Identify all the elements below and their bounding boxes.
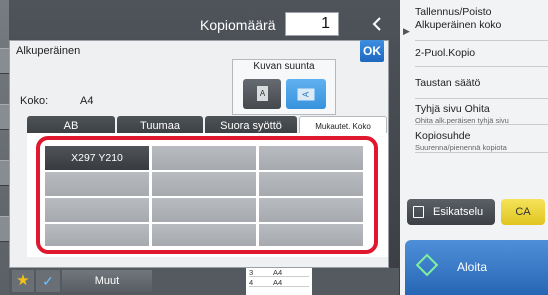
tray-size: A4 (273, 278, 283, 287)
portrait-page-icon: A (257, 86, 268, 101)
fn-sublabel: Ohita alk.peräisen tyhjä sivu (415, 116, 509, 125)
left-tab-notch[interactable] (0, 160, 9, 186)
highlight-frame (36, 136, 378, 254)
tray-row: 4 A4 (249, 278, 309, 287)
play-arrow-icon: ▶ (403, 26, 410, 36)
fn-copy-ratio[interactable]: Kopiosuhde Suurenna/pienennä kopiota (415, 125, 548, 153)
orientation-landscape-button[interactable]: A (286, 79, 326, 109)
orientation-title: Kuvan suunta (253, 61, 315, 72)
start-button[interactable]: Aloita (405, 240, 548, 295)
start-label: Aloita (457, 260, 488, 274)
checkmark-icon[interactable]: ✓ (36, 270, 60, 292)
fn-label: Kopiosuhde (415, 130, 471, 142)
fn-sublabel: Suurenna/pienennä kopiota (415, 143, 507, 152)
paper-tray-status: 3 A4 4 A4 (246, 268, 312, 295)
left-edge-strip (0, 0, 9, 295)
fn-label-line2: Alkuperäinen koko (415, 19, 502, 31)
fn-label: Tyhjä sivu Ohita (415, 103, 490, 115)
tray-size: A4 (273, 268, 283, 277)
others-button[interactable]: Muut (62, 270, 152, 292)
tray-number: 4 (249, 278, 254, 287)
chevron-left-icon[interactable] (372, 17, 382, 31)
fn-label: Tallennus/Poisto Alkuperäinen koko (415, 6, 548, 32)
dialog-title: Alkuperäinen (16, 45, 81, 57)
left-tab-notch[interactable] (0, 216, 9, 242)
size-value: A4 (80, 95, 94, 107)
orientation-portrait-button[interactable]: A (243, 79, 281, 109)
copies-label: Kopiomäärä (200, 17, 276, 33)
preview-label: Esikatselu (433, 206, 484, 218)
preview-icon (413, 206, 424, 218)
preview-button[interactable]: Esikatselu (407, 199, 495, 225)
fn-label: Taustan säätö (415, 77, 481, 89)
copies-count-field[interactable]: 1 (285, 12, 339, 36)
ok-button[interactable]: OK (360, 40, 384, 62)
tray-number: 3 (249, 268, 254, 277)
fn-blank-page-skip[interactable]: Tyhjä sivu Ohita Ohita alk.peräisen tyhj… (415, 99, 548, 125)
fn-save-delete-original-size[interactable]: Tallennus/Poisto Alkuperäinen koko (415, 6, 548, 41)
landscape-page-icon: A (297, 88, 315, 101)
tray-row: 3 A4 (249, 268, 309, 277)
image-orientation-group: Kuvan suunta A A (232, 59, 336, 115)
copies-bar: Kopiomäärä 1 (180, 12, 390, 38)
left-tab-notch[interactable] (0, 48, 9, 74)
copy-screen: Kopiomäärä 1 ▶ Tallennus/Poisto Alkuperä… (0, 0, 548, 295)
fn-background-adjust[interactable]: Taustan säätö (415, 67, 548, 99)
start-diamond-icon (415, 253, 439, 277)
fn-duplex-copy[interactable]: 2-Puol.Kopio (415, 41, 548, 67)
size-label: Koko: (20, 95, 49, 107)
clear-all-button[interactable]: CA (501, 199, 545, 225)
fn-label: 2-Puol.Kopio (415, 47, 476, 59)
star-icon[interactable]: ★ (12, 270, 34, 292)
left-tab-notch[interactable] (0, 104, 9, 130)
fn-label-line1: Tallennus/Poisto (415, 6, 492, 18)
